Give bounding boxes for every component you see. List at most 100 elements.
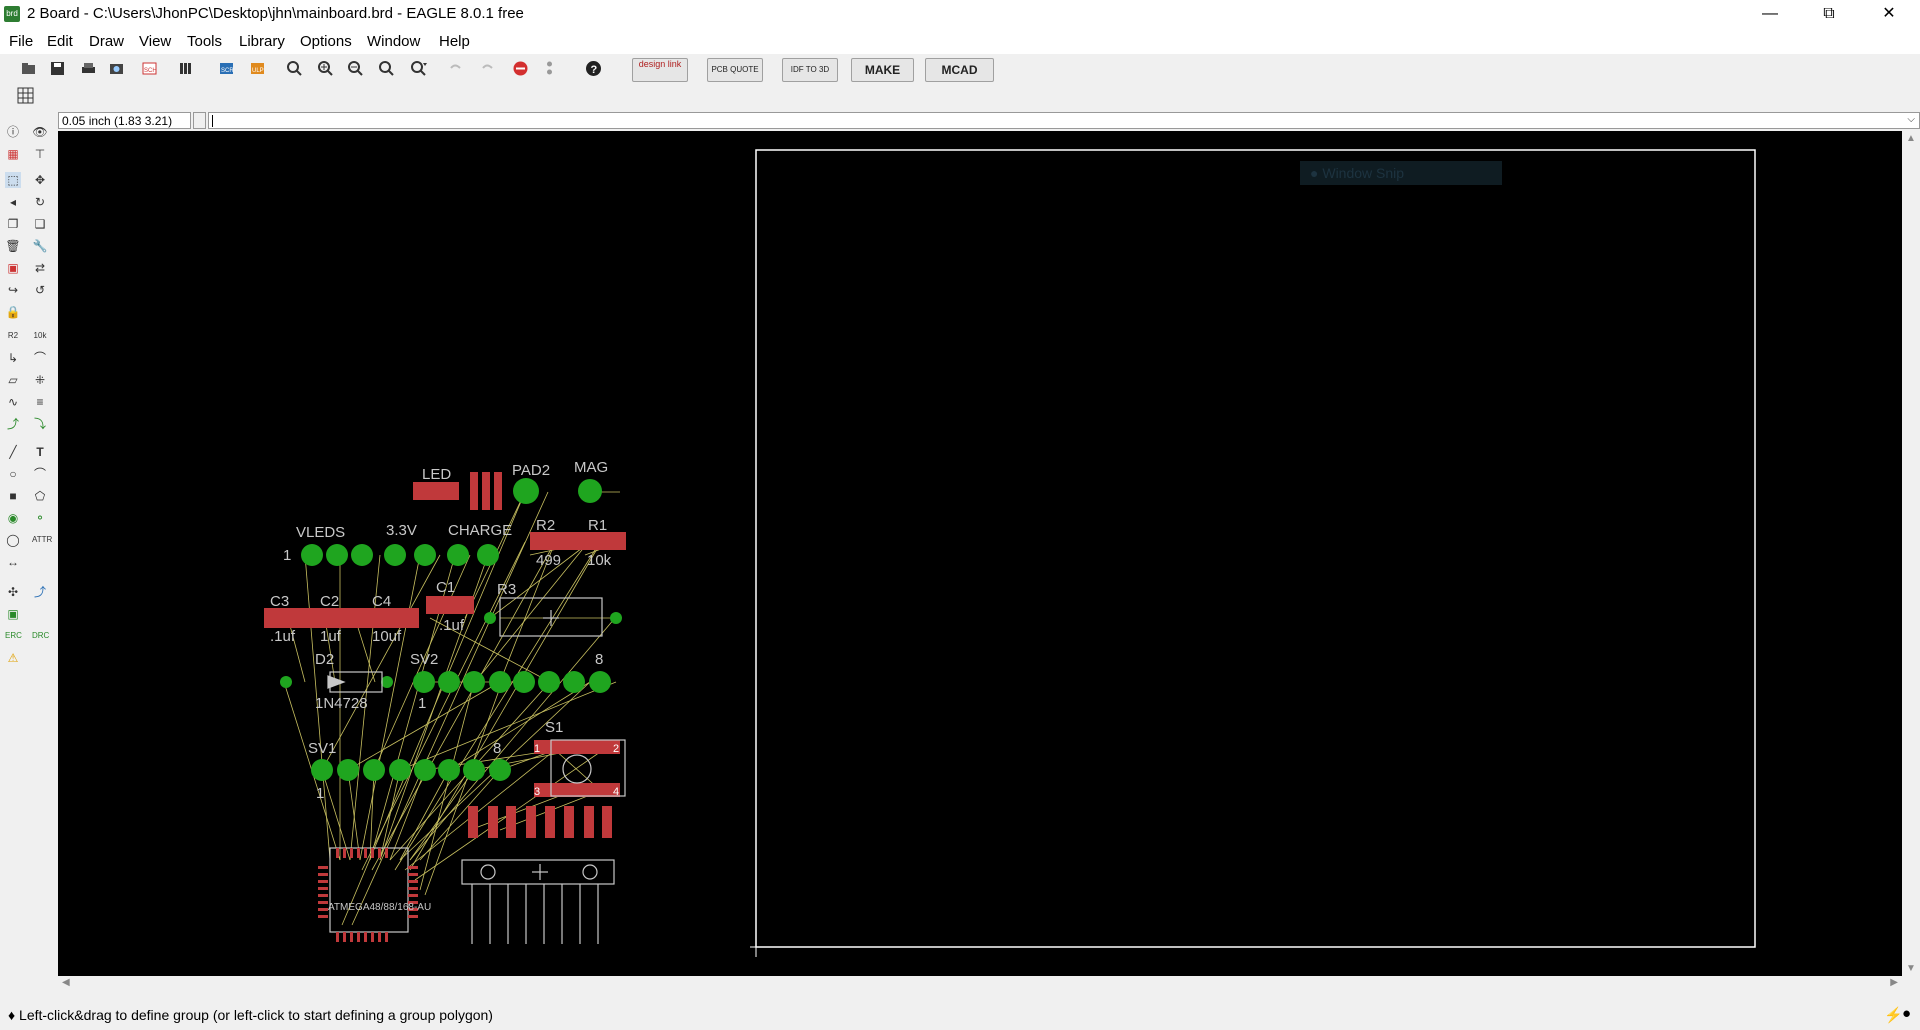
text-icon[interactable]: T: [32, 444, 48, 460]
show-icon[interactable]: 👁: [32, 124, 48, 140]
route-icon[interactable]: ⤴: [5, 416, 21, 432]
group-icon[interactable]: ⬚: [5, 172, 21, 188]
rotate-icon[interactable]: ↻: [32, 194, 48, 210]
menu-library[interactable]: Library: [239, 33, 285, 50]
join-icon[interactable]: ⁜: [32, 372, 48, 388]
open-icon[interactable]: [20, 60, 37, 77]
menu-file[interactable]: File: [9, 33, 33, 50]
miter-icon[interactable]: ⌒: [32, 350, 48, 366]
meander-icon[interactable]: ∿: [5, 394, 21, 410]
scroll-down-icon[interactable]: ▼: [1906, 963, 1916, 974]
menu-tools[interactable]: Tools: [187, 33, 222, 50]
library-icon[interactable]: [178, 60, 195, 77]
signal-icon[interactable]: ⚬: [32, 510, 48, 526]
label-vleds-pin1: 1: [283, 547, 291, 564]
via-icon[interactable]: ◉: [5, 510, 21, 526]
go-icon[interactable]: [541, 60, 558, 77]
menu-help[interactable]: Help: [439, 33, 470, 50]
mcad-button[interactable]: MCAD: [925, 58, 994, 82]
vertical-scrollbar[interactable]: ▲ ▼: [1902, 131, 1920, 976]
stop-command-icon[interactable]: ●: [1902, 1005, 1911, 1022]
command-input[interactable]: ⌵: [208, 112, 1920, 129]
mark-icon[interactable]: ⊤: [32, 146, 48, 162]
paste-icon[interactable]: ❑: [32, 216, 48, 232]
copy-icon[interactable]: ❐: [5, 216, 21, 232]
zoom-select-icon[interactable]: [378, 60, 395, 77]
idf-to-3d-button[interactable]: IDF TO 3D: [782, 58, 838, 82]
scroll-right-icon[interactable]: ▶: [1890, 977, 1898, 988]
label-r3: R3: [497, 581, 516, 598]
attribute-icon[interactable]: ATTR: [32, 532, 52, 548]
lightning-icon[interactable]: ⚡: [1884, 1006, 1903, 1024]
ratsnest-icon[interactable]: ✣: [5, 584, 21, 600]
name-icon[interactable]: R2: [5, 328, 21, 344]
autorouter-icon[interactable]: ⤴: [32, 584, 48, 600]
value-icon[interactable]: 10k: [32, 328, 48, 344]
save-icon[interactable]: [49, 60, 66, 77]
label-c2-value: 1uf: [320, 628, 342, 645]
board-canvas[interactable]: LED PAD2 MAG VLEDS 3.3V CHARGE R2 499 R1…: [58, 131, 1902, 976]
delete-icon[interactable]: 🗑: [5, 238, 21, 254]
chevron-down-icon[interactable]: ⌵: [1907, 114, 1915, 125]
zoom-area-icon[interactable]: [410, 60, 427, 77]
label-c2: C2: [320, 593, 339, 610]
make-button[interactable]: MAKE: [851, 58, 914, 82]
label-sv1: SV1: [308, 740, 336, 757]
erc-icon[interactable]: ERC: [5, 628, 22, 644]
display-icon[interactable]: ▦: [5, 146, 21, 162]
hole-icon[interactable]: ◯: [5, 532, 21, 548]
scroll-up-icon[interactable]: ▲: [1906, 133, 1916, 144]
split-wire-icon[interactable]: ▱: [5, 372, 21, 388]
horizontal-scrollbar[interactable]: ◀ ▶: [58, 976, 1902, 992]
optimize-icon[interactable]: ↺: [32, 282, 48, 298]
stop-icon[interactable]: [512, 60, 529, 77]
pinswap-icon[interactable]: ⇄: [32, 260, 48, 276]
split-icon[interactable]: ↪: [5, 282, 21, 298]
menu-view[interactable]: View: [139, 33, 171, 50]
polygon-icon[interactable]: ⬠: [32, 488, 48, 504]
restore-button[interactable]: ⧉: [1806, 0, 1852, 30]
dimension-icon[interactable]: ↔: [5, 554, 21, 570]
ulp-icon[interactable]: ULP: [249, 60, 266, 77]
slice-icon[interactable]: ≡: [32, 394, 48, 410]
undo-icon[interactable]: [447, 60, 464, 77]
design-link-button[interactable]: design link: [632, 58, 688, 82]
script-icon[interactable]: SCR: [218, 60, 235, 77]
replace-icon[interactable]: ▣: [5, 260, 21, 276]
menu-bar: File Edit Draw View Tools Library Option…: [0, 30, 1920, 54]
menu-edit[interactable]: Edit: [47, 33, 73, 50]
menu-window[interactable]: Window: [367, 33, 420, 50]
change-icon[interactable]: 🔧: [32, 238, 48, 254]
ripup-icon[interactable]: ⤵: [32, 416, 48, 432]
menu-draw[interactable]: Draw: [89, 33, 124, 50]
move-icon[interactable]: ✥: [32, 172, 48, 188]
info-icon[interactable]: ⓘ: [5, 124, 21, 140]
sch-icon[interactable]: SCH: [141, 60, 158, 77]
scroll-left-icon[interactable]: ◀: [62, 977, 70, 988]
minimize-button[interactable]: —: [1747, 0, 1793, 30]
ratsnest-box-icon[interactable]: ▣: [5, 606, 21, 622]
menu-options[interactable]: Options: [300, 33, 352, 50]
grid-icon[interactable]: [17, 87, 34, 104]
main-toolbar: SCH SCR ULP ? design link PCB QUOTE IDF …: [0, 54, 1920, 84]
wire-icon[interactable]: ╱: [5, 444, 21, 460]
circle-icon[interactable]: ○: [5, 466, 21, 482]
zoom-in-icon[interactable]: [317, 60, 334, 77]
pcb-quote-button[interactable]: PCB QUOTE: [707, 58, 763, 82]
warning-icon[interactable]: ⚠: [5, 650, 21, 666]
lock-icon[interactable]: 🔒: [5, 304, 21, 320]
redo-icon[interactable]: [479, 60, 496, 77]
zoom-out-icon[interactable]: [347, 60, 364, 77]
zoom-fit-icon[interactable]: [286, 60, 303, 77]
close-button[interactable]: ✕: [1866, 0, 1912, 30]
rectangle-icon[interactable]: ■: [5, 488, 21, 504]
smash-icon[interactable]: ↳: [5, 350, 21, 366]
coordinate-toggle[interactable]: [193, 112, 206, 129]
label-r2-value: 499: [536, 552, 561, 569]
arc-icon[interactable]: ⌒: [32, 466, 48, 482]
cam-icon[interactable]: [108, 60, 125, 77]
drc-icon[interactable]: DRC: [32, 628, 49, 644]
mirror-icon[interactable]: ◂: [5, 194, 21, 210]
print-icon[interactable]: [80, 60, 97, 77]
help-icon[interactable]: ?: [585, 60, 602, 77]
